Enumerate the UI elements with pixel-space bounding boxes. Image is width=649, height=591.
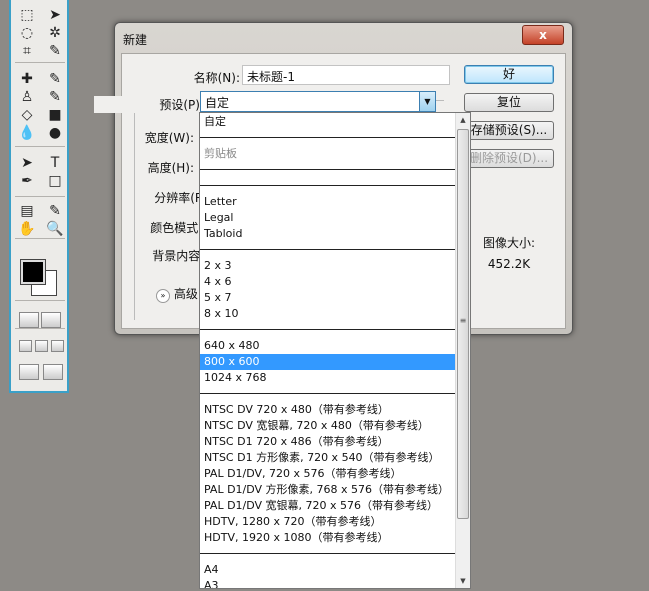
slice-icon[interactable]: ✎ [45, 42, 65, 60]
preset-group: NTSC DV 720 x 480（带有参考线） NTSC DV 宽银幕, 720… [200, 394, 455, 554]
preset-group: A4 A3 [200, 554, 455, 588]
toolbox-divider [15, 238, 65, 239]
stamp-icon[interactable]: ♙ [17, 88, 37, 106]
preset-option[interactable]: PAL D1/DV 方形像素, 768 x 576（带有参考线） [200, 482, 455, 498]
preset-group: 自定 [200, 113, 455, 138]
jump-to-imageready-button[interactable] [19, 364, 39, 380]
quick-mask-button[interactable] [41, 312, 61, 328]
image-size-value: 452.2K [487, 257, 531, 271]
preset-option[interactable]: HDTV, 1920 x 1080（带有参考线） [200, 530, 455, 546]
preset-select[interactable]: 自定 ▼ [200, 91, 436, 112]
preset-dropdown-list[interactable]: 自定 剪贴板 Letter Legal Tabloid 2 x 34 x 65 x 78 … [199, 112, 471, 589]
preset-group: Letter Legal Tabloid [200, 186, 455, 250]
hand-icon[interactable]: ✋ [17, 220, 37, 238]
preset-option[interactable]: 剪贴板 [200, 146, 455, 162]
preset-group: 剪贴板 [200, 138, 455, 170]
preset-option[interactable]: Legal [200, 210, 455, 226]
scrollbar-thumb[interactable]: ≡ [457, 129, 469, 519]
toolbox-divider [15, 196, 65, 197]
resolution-label: 分辨率(R): [154, 191, 212, 205]
move-icon[interactable]: ➤ [45, 6, 65, 24]
eraser-icon[interactable]: ◇ [17, 106, 37, 124]
crop-icon[interactable]: ⌗ [17, 42, 37, 60]
preset-option[interactable]: 自定 [200, 114, 455, 130]
zoom-icon[interactable]: 🔍 [45, 220, 65, 238]
preset-option[interactable]: 800 x 600 [200, 354, 455, 370]
preset-group: 2 x 34 x 65 x 78 x 10 [200, 250, 455, 330]
checkmark-icon[interactable] [43, 364, 63, 380]
toolbox-divider [15, 328, 65, 329]
healing-brush-icon[interactable]: ✚ [17, 70, 37, 88]
preset-option[interactable]: NTSC DV 720 x 480（带有参考线） [200, 402, 455, 418]
pen-icon[interactable]: ✒ [17, 172, 37, 190]
dodge-icon[interactable]: ● [45, 124, 65, 142]
screen-mode-full-menu[interactable] [35, 340, 48, 352]
scroll-up-icon[interactable]: ▲ [456, 116, 470, 124]
advanced-toggle[interactable]: » 高级 [156, 285, 198, 303]
scroll-down-icon[interactable]: ▼ [456, 577, 470, 585]
preset-group [200, 170, 455, 186]
brush-icon[interactable]: ✎ [45, 70, 65, 88]
preset-option[interactable]: NTSC D1 方形像素, 720 x 540（带有参考线） [200, 450, 455, 466]
preset-option[interactable]: Letter [200, 194, 455, 210]
preset-option[interactable]: 2 x 3 [200, 258, 455, 274]
preset-option[interactable]: 4 x 6 [200, 274, 455, 290]
history-brush-icon[interactable]: ✎ [45, 88, 65, 106]
preset-option[interactable]: Tabloid [200, 226, 455, 242]
notes-icon[interactable]: ▤ [17, 202, 37, 220]
height-label: 高度(H): [147, 161, 194, 175]
toolbox-divider [15, 300, 65, 301]
preset-value: 自定 [205, 96, 230, 110]
eyedropper-icon[interactable]: ✎ [45, 202, 65, 220]
ok-button[interactable]: 好 [464, 65, 554, 84]
image-size-label: 图像大小: [482, 236, 536, 250]
advanced-label: 高级 [173, 287, 198, 301]
foreground-color-swatch[interactable] [20, 259, 46, 285]
dialog-title: 新建 [123, 33, 148, 47]
save-preset-button[interactable]: 存储预设(S)... [464, 121, 554, 140]
lasso-icon[interactable]: ◌ [17, 24, 37, 42]
screen-mode-full[interactable] [51, 340, 64, 352]
delete-preset-button[interactable]: 删除预设(D)... [464, 149, 554, 168]
toolbox-divider [15, 62, 65, 63]
reset-button[interactable]: 复位 [464, 93, 554, 112]
chevron-double-down-icon: » [156, 289, 170, 303]
magic-wand-icon[interactable]: ✲ [45, 24, 65, 42]
preset-option[interactable]: NTSC DV 宽银幕, 720 x 480（带有参考线） [200, 418, 455, 434]
preset-option[interactable]: 1024 x 768 [200, 370, 455, 386]
blur-icon[interactable]: 💧 [17, 124, 37, 142]
type-icon[interactable]: T [45, 154, 65, 172]
preset-option[interactable]: NTSC D1 720 x 486（带有参考线） [200, 434, 455, 450]
shape-icon[interactable]: □ [45, 172, 65, 190]
path-select-icon[interactable]: ➤ [17, 154, 37, 172]
toolbox: ⬚ ➤ ◌ ✲ ⌗ ✎ ✚ ✎ ♙ ✎ ◇ ■ 💧 ● ➤ T ✒ □ ▤ ✎ ✋ 🔍 [9, 0, 69, 393]
preset-option[interactable]: 8 x 10 [200, 306, 455, 322]
preset-option[interactable]: PAL D1/DV 宽银幕, 720 x 576（带有参考线） [200, 498, 455, 514]
preset-group: 640 x 480 800 x 600 1024 x 768 [200, 330, 455, 394]
preset-option[interactable]: 640 x 480 [200, 338, 455, 354]
gradient-icon[interactable]: ■ [45, 106, 65, 124]
chevron-down-icon[interactable]: ▼ [419, 92, 435, 111]
preset-option[interactable]: HDTV, 1280 x 720（带有参考线） [200, 514, 455, 530]
standard-mode-button[interactable] [19, 312, 39, 328]
preset-label: 预设(P): [94, 96, 204, 113]
preset-option[interactable]: 5 x 7 [200, 290, 455, 306]
width-label: 宽度(W): [144, 131, 194, 145]
close-button[interactable]: x [522, 25, 564, 45]
preset-option[interactable]: A3 [200, 578, 455, 588]
marquee-icon[interactable]: ⬚ [17, 6, 37, 24]
scrollbar[interactable]: ▲ ≡ ▼ [455, 113, 470, 588]
name-label: 名称(N): [193, 71, 240, 85]
screen-mode-standard[interactable] [19, 340, 32, 352]
toolbox-divider [15, 146, 65, 147]
preset-option[interactable]: PAL D1/DV, 720 x 576（带有参考线） [200, 466, 455, 482]
preset-option[interactable]: A4 [200, 562, 455, 578]
name-input[interactable]: 未标题-1 [242, 65, 450, 85]
